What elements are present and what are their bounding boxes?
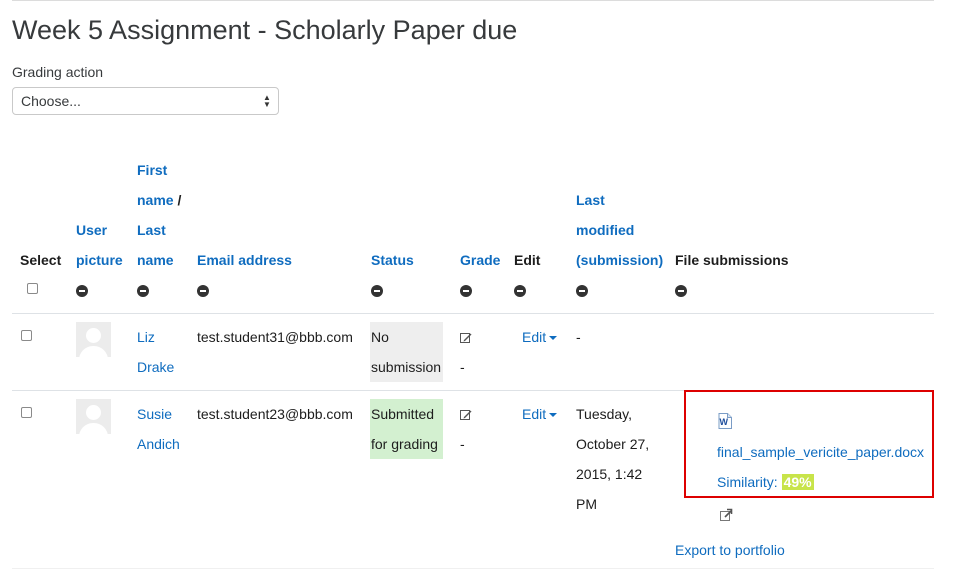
pencil-icon[interactable] (460, 332, 472, 344)
last-modified-line3: 2015, 1:42 (576, 466, 643, 482)
pencil-icon[interactable] (460, 409, 472, 421)
student-email: test.student23@bbb.com (197, 406, 353, 422)
minus-circle-icon[interactable] (576, 285, 588, 297)
word-doc-icon[interactable]: W (718, 413, 732, 429)
minus-circle-icon[interactable] (371, 285, 383, 297)
header-file-submissions: File submissions (675, 252, 789, 268)
row-select-checkbox[interactable] (21, 330, 32, 341)
grade-value: - (460, 436, 465, 452)
minus-circle-icon[interactable] (460, 285, 472, 297)
header-user-picture-line1[interactable]: User (76, 215, 107, 245)
edit-menu-label: Edit (522, 406, 547, 422)
last-modified-line4: PM (576, 496, 597, 512)
student-email: test.student31@bbb.com (197, 329, 353, 345)
header-last-modified-line2[interactable]: modified (576, 215, 634, 245)
edit-menu[interactable]: Edit (522, 399, 558, 429)
svg-text:W: W (720, 417, 729, 427)
status-line2: submission (371, 359, 442, 375)
student-first-name-link[interactable]: Susie (137, 399, 172, 429)
grading-action-label: Grading action (12, 64, 104, 80)
avatar[interactable] (76, 399, 111, 434)
header-grade[interactable]: Grade (460, 245, 500, 275)
sort-arrows-icon: ▲ ▼ (263, 93, 271, 109)
edit-menu[interactable]: Edit (522, 322, 558, 352)
header-email[interactable]: Email address (197, 245, 292, 275)
minus-circle-icon[interactable] (76, 285, 88, 297)
minus-circle-icon[interactable] (137, 285, 149, 297)
student-last-name-link[interactable]: Drake (137, 352, 174, 382)
last-modified-line2: October 27, (576, 436, 650, 452)
header-last-name-line1[interactable]: Last (137, 215, 166, 245)
header-last-name-line2[interactable]: name (137, 245, 174, 275)
minus-circle-icon[interactable] (675, 285, 687, 297)
header-user-picture-line2[interactable]: picture (76, 245, 123, 275)
header-first-name-link[interactable]: name (137, 192, 174, 208)
similarity-score-badge[interactable]: 49% (781, 474, 814, 490)
row-divider (12, 568, 934, 569)
top-divider (12, 0, 934, 1)
header-first-name-line1[interactable]: First (137, 155, 167, 185)
header-edit: Edit (514, 252, 541, 268)
file-link[interactable]: final_sample_vericite_paper.docx (717, 437, 924, 467)
minus-circle-icon[interactable] (514, 285, 526, 297)
grading-action-selected: Choose... (21, 93, 81, 109)
header-status[interactable]: Status (371, 245, 414, 275)
last-modified-line1: Tuesday, (576, 406, 633, 422)
export-to-portfolio-link[interactable]: Export to portfolio (675, 535, 785, 565)
header-divider (12, 313, 934, 314)
status-line2: for grading (371, 436, 438, 452)
edit-menu-label: Edit (522, 329, 547, 345)
header-first-name-line2: name / (137, 185, 181, 215)
last-modified: - (576, 329, 581, 345)
row-divider (12, 390, 684, 391)
similarity-label: Similarity: (717, 474, 778, 490)
header-slash: / (173, 192, 182, 208)
caret-down-icon (549, 336, 558, 341)
grade-value: - (460, 359, 465, 375)
similarity-report-link[interactable]: Similarity: 49% (717, 467, 814, 497)
page-title: Week 5 Assignment - Scholarly Paper due (12, 15, 518, 45)
grading-action-select[interactable]: Choose... ▲ ▼ (12, 87, 279, 115)
header-select: Select (20, 252, 62, 268)
avatar[interactable] (76, 322, 111, 357)
header-last-modified-line1[interactable]: Last (576, 185, 605, 215)
status-line1: Submitted (371, 406, 435, 422)
caret-down-icon (549, 413, 558, 418)
header-last-modified-line3[interactable]: (submission) (576, 245, 663, 275)
student-first-name-link[interactable]: Liz (137, 322, 155, 352)
student-last-name-link[interactable]: Andich (137, 429, 180, 459)
status-line1: No (371, 329, 389, 345)
minus-circle-icon[interactable] (197, 285, 209, 297)
row-select-checkbox[interactable] (21, 407, 32, 418)
export-icon[interactable] (720, 508, 733, 521)
select-all-checkbox[interactable] (27, 283, 38, 294)
